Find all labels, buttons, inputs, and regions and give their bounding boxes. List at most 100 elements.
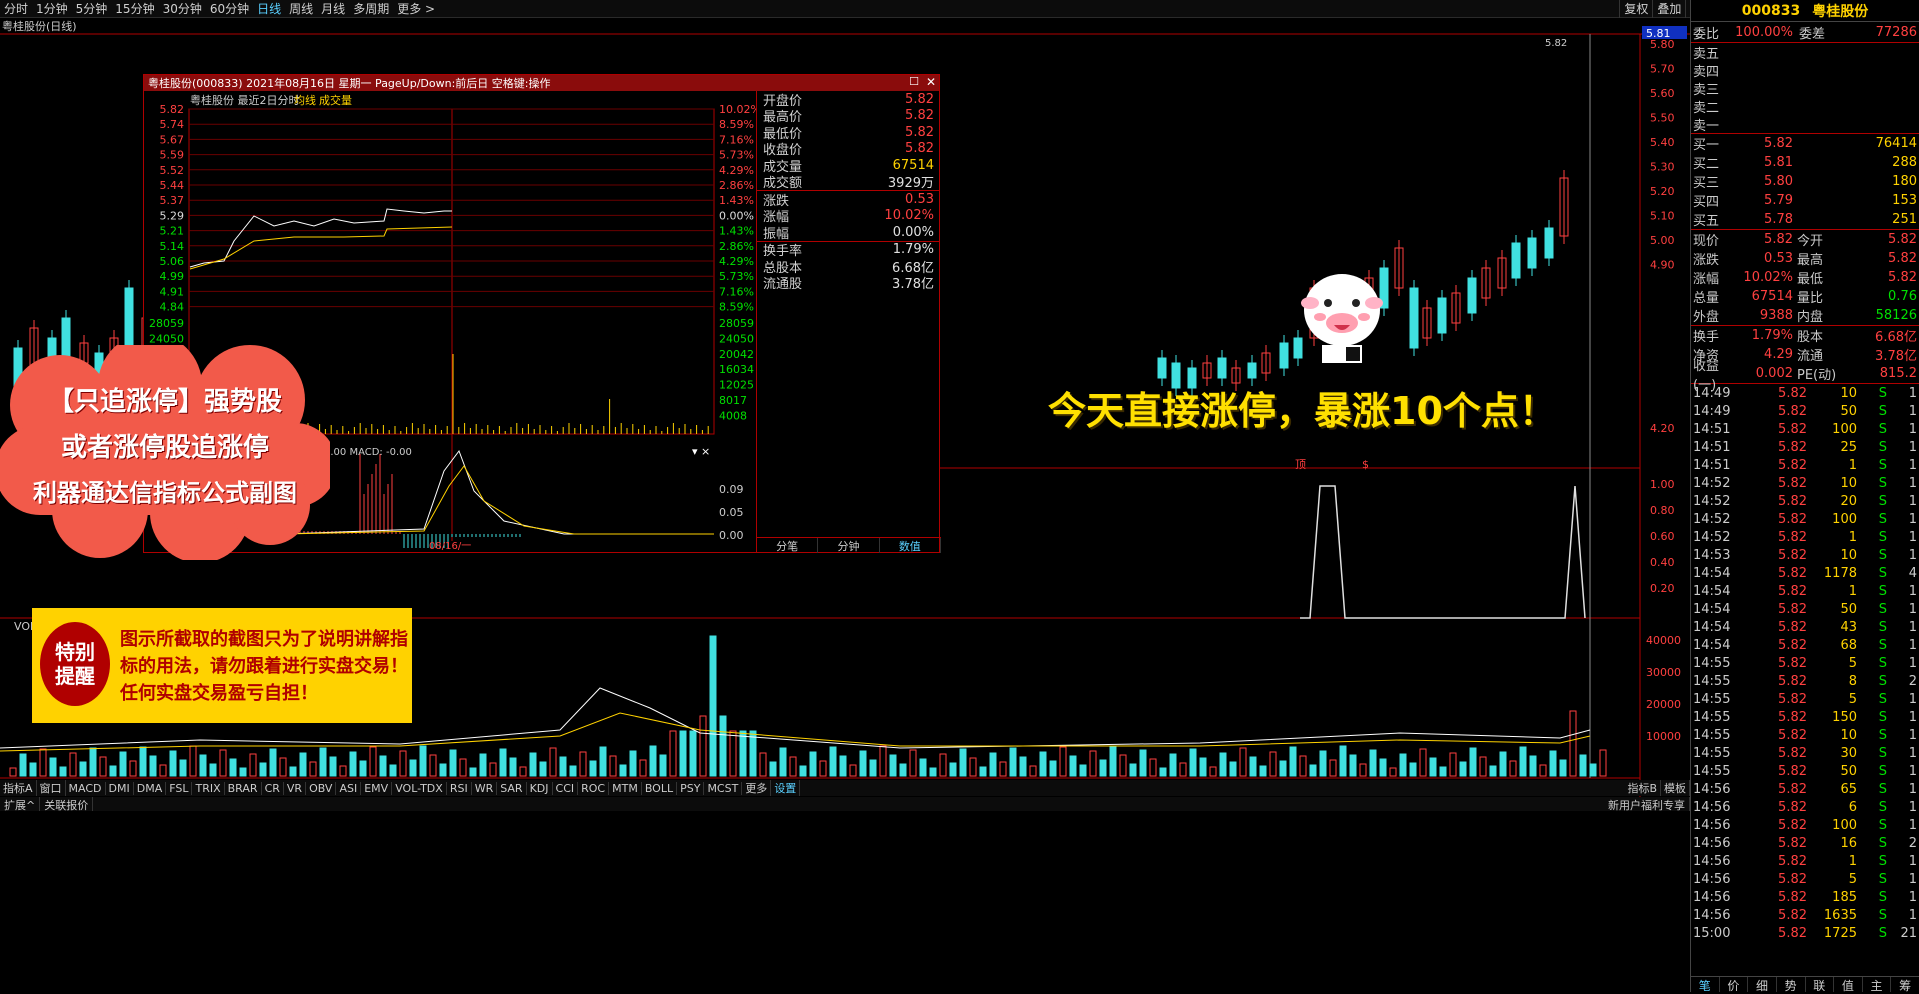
quote-footer-tab-7[interactable]: 筹 [1891, 977, 1919, 993]
indicator-tab-15[interactable]: WR [472, 781, 498, 795]
sell-level-label: 卖四 [1693, 64, 1720, 80]
volume-bar [1079, 764, 1087, 777]
period-tab-0[interactable]: 分时 [0, 0, 32, 17]
headline-text: 今天直接涨停，暴涨10个点！ [1048, 389, 1557, 433]
indicator-tab-20[interactable]: MTM [609, 781, 642, 795]
popup-right-axis: 4008 [719, 409, 747, 422]
tick-price: 5.82 [1778, 493, 1807, 509]
volume-bar [279, 757, 287, 777]
volume-bar [879, 745, 887, 777]
tick-volume: 30 [1840, 745, 1857, 761]
volume-bar [209, 763, 217, 777]
vol-axis-label: 20000 [1646, 698, 1681, 711]
indicator-tab-8[interactable]: CR [262, 781, 284, 795]
dif-line [283, 449, 714, 535]
status-item-1[interactable]: 关联报价 [40, 797, 94, 812]
indicator-tab-5[interactable]: FSL [166, 781, 193, 795]
quote-footer-tab-6[interactable]: 主 [1863, 977, 1892, 993]
volume-bar [1209, 766, 1217, 777]
popup-tab-0[interactable]: 分笔 [757, 538, 819, 553]
indicator-tab-4[interactable]: DMA [134, 781, 167, 795]
period-tab-8[interactable]: 月线 [317, 0, 349, 17]
volume-bar [1069, 755, 1077, 777]
tick-count: 1 [1908, 817, 1917, 833]
indicator-tab-3[interactable]: DMI [106, 781, 134, 795]
tool-button-1[interactable]: 叠加 [1652, 0, 1685, 18]
tick-count: 1 [1908, 781, 1917, 797]
vol-axis-label: 40000 [1646, 634, 1681, 647]
indicator-tab-1[interactable]: 窗口 [37, 780, 66, 796]
close-icon[interactable]: ✕ [926, 75, 936, 89]
period-tab-9[interactable]: 多周期 [349, 0, 393, 17]
popup-left-axis: 5.21 [160, 225, 185, 238]
legend-vol: 成交量 [319, 93, 352, 107]
indicator-tab-6[interactable]: TRIX [192, 781, 225, 795]
maximize-icon[interactable]: ☐ [909, 75, 919, 88]
status-item-0[interactable]: 扩展^ [0, 797, 41, 812]
signal-axis-label: 0.60 [1650, 530, 1675, 543]
indicator-tab-12[interactable]: EMV [361, 781, 393, 795]
volume-bar [269, 748, 277, 777]
indicator-tab-24[interactable]: 更多 [742, 780, 772, 796]
period-tab-2[interactable]: 5分钟 [72, 0, 112, 17]
volume-bar [1369, 749, 1377, 777]
quote-footer-tab-2[interactable]: 细 [1748, 977, 1777, 993]
quote-footer-tab-3[interactable]: 势 [1777, 977, 1806, 993]
indicator-tab-9[interactable]: VR [284, 781, 307, 795]
indicator-tab-10[interactable]: OBV [306, 781, 337, 795]
indicator-tab-16[interactable]: SAR [497, 781, 527, 795]
indicator-tab-14[interactable]: RSI [447, 781, 472, 795]
indicator-tab-19[interactable]: ROC [578, 781, 610, 795]
popup-tab-2[interactable]: 数值 [880, 538, 941, 553]
volume-bar [1229, 761, 1237, 777]
quote-footer-tab-5[interactable]: 值 [1834, 977, 1863, 993]
period-tab-7[interactable]: 周线 [285, 0, 317, 17]
indicator-tab-2[interactable]: MACD [66, 781, 106, 795]
indicator-tab-22[interactable]: PSY [677, 781, 705, 795]
period-tab-4[interactable]: 30分钟 [159, 0, 206, 17]
tick-count: 1 [1908, 745, 1917, 761]
status-promo[interactable]: 新用户福利专享 [1604, 797, 1690, 812]
candle-body [1467, 277, 1477, 314]
quote-footer-tab-4[interactable]: 联 [1806, 977, 1835, 993]
popup-right-axis: 5.73% [719, 149, 754, 162]
period-tab-10[interactable]: 更多 > [393, 0, 439, 17]
period-tab-6[interactable]: 日线 [253, 0, 285, 17]
indicator-tab-17[interactable]: KDJ [527, 781, 553, 795]
tick-price: 5.82 [1778, 403, 1807, 419]
volume-bar [809, 751, 817, 777]
shares-row: 流通股 3.78亿 [757, 275, 940, 292]
quote-footer-tab-0[interactable]: 笔 [1691, 977, 1720, 993]
indicator-tab-21[interactable]: BOLL [642, 781, 678, 795]
period-tab-3[interactable]: 15分钟 [111, 0, 158, 17]
indicator-right-1[interactable]: 模板 [1661, 780, 1690, 796]
tick-time: 14:51 [1693, 421, 1731, 437]
indicator-tab-23[interactable]: MCST [704, 781, 743, 795]
warning-text: 图示所截取的截图只为了说明讲解指标的用法，请勿跟着进行实盘交易！任何实盘交易盈亏… [120, 629, 408, 704]
quote-footer-tab-1[interactable]: 价 [1720, 977, 1749, 993]
indicator-tab-11[interactable]: ASI [336, 781, 362, 795]
volume-bar [419, 745, 427, 777]
volume-bar [89, 747, 97, 777]
volume-bar [1429, 757, 1437, 777]
shares-row: 总股本 6.68亿 [757, 258, 940, 276]
period-tab-1[interactable]: 1分钟 [32, 0, 72, 17]
volume-bar [119, 751, 127, 777]
tick-count: 1 [1908, 655, 1917, 671]
popup-right-axis: 7.16% [719, 133, 754, 146]
popup-tab-1[interactable]: 分钟 [818, 538, 880, 553]
indicator-right-0[interactable]: 指标B [1624, 780, 1661, 796]
indicator-tab-7[interactable]: BRAR [225, 781, 262, 795]
indicator-tab-13[interactable]: VOL-TDX [392, 781, 447, 795]
indicator-tab-25[interactable]: 设置 [771, 780, 801, 796]
tick-time: 14:55 [1693, 709, 1731, 725]
volume-bar [839, 755, 847, 777]
indicator-tab-0[interactable]: 指标A [0, 780, 37, 796]
indicator-tab-18[interactable]: CCI [553, 781, 579, 795]
period-tab-5[interactable]: 60分钟 [206, 0, 253, 17]
tool-button-0[interactable]: 复权 [1619, 0, 1652, 18]
tick-price: 5.82 [1778, 385, 1807, 401]
volume-bar [829, 746, 837, 777]
popup-left-axis: 5.59 [160, 149, 185, 162]
sell-level-label: 卖三 [1693, 82, 1720, 98]
